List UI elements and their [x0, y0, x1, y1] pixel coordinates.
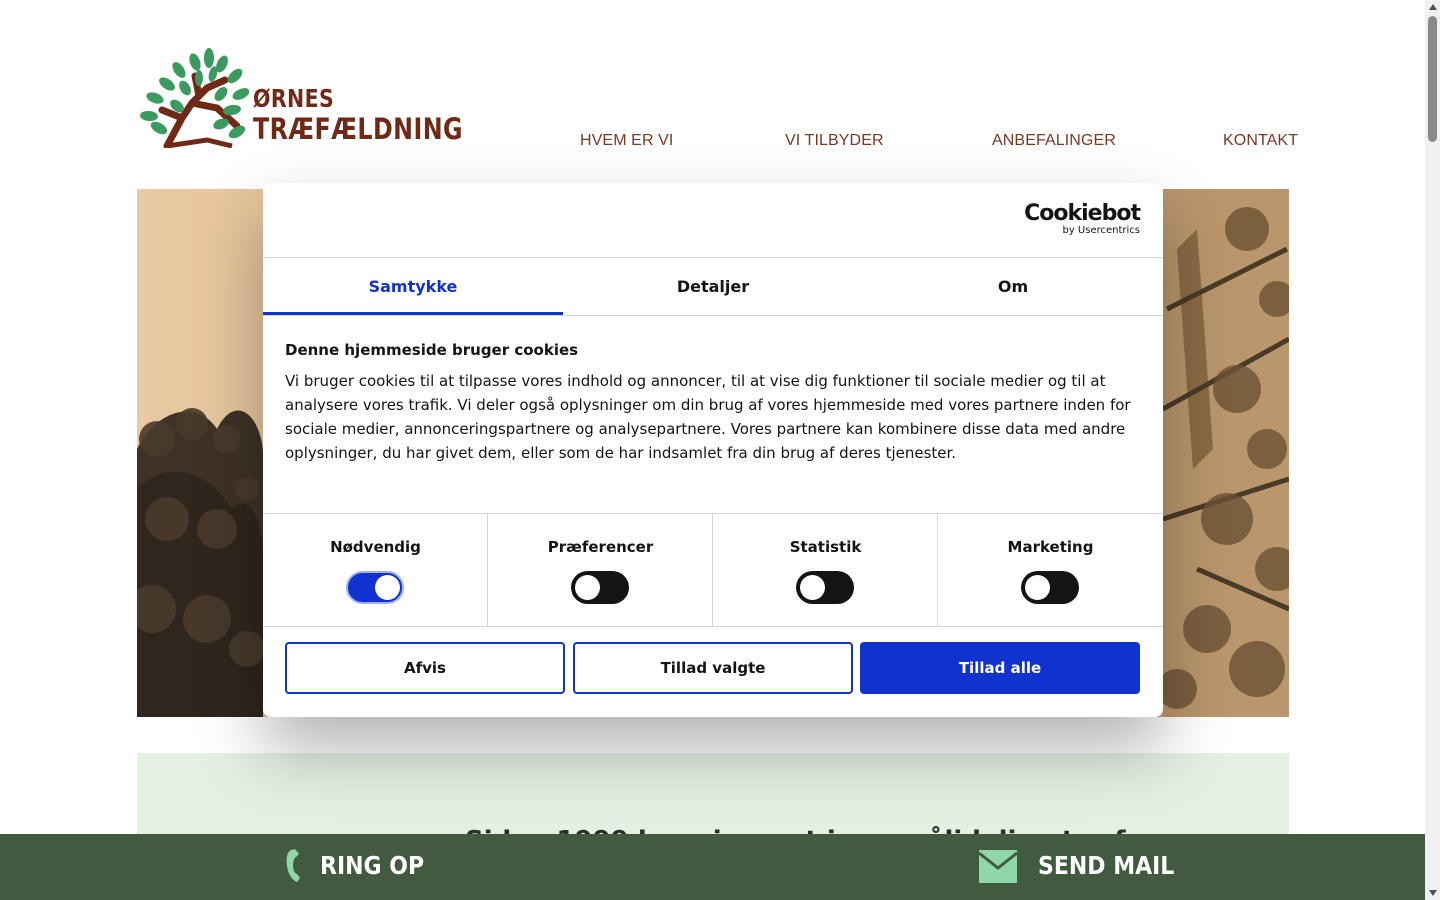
toggle-knob: [1025, 575, 1050, 600]
dialog-title: Denne hjemmeside bruger cookies: [285, 341, 579, 359]
page-scrollbar[interactable]: [1425, 0, 1440, 900]
cookiebot-logo: Cookiebot by Usercentrics: [1024, 201, 1141, 237]
send-mail-button[interactable]: SEND MAIL: [1038, 851, 1174, 880]
nav-hvem-er-vi[interactable]: HVEM ER VI: [580, 132, 673, 150]
phone-icon[interactable]: [285, 848, 309, 884]
toggle-knob: [800, 575, 825, 600]
mail-icon[interactable]: [979, 850, 1017, 883]
logo-text: ØRNES TRÆFÆLDNING: [253, 84, 509, 144]
marketing-toggle[interactable]: [1021, 571, 1079, 604]
tree-logo-icon: [140, 48, 249, 148]
divider: [263, 315, 1163, 316]
call-button[interactable]: RING OP: [320, 851, 424, 880]
tab-om[interactable]: Om: [863, 258, 1163, 315]
allow-selected-button[interactable]: Tillad valgte: [573, 642, 853, 694]
nav-vi-tilbyder[interactable]: VI TILBYDER: [785, 132, 884, 150]
logo-line1: ØRNES: [253, 84, 335, 113]
divider: [263, 626, 1163, 627]
scroll-down-icon[interactable]: [1425, 888, 1440, 898]
category-marketing: Marketing: [938, 514, 1163, 626]
scroll-up-icon[interactable]: [1425, 2, 1440, 12]
page: ØRNES TRÆFÆLDNING HVEM ER VI VI TILBYDER…: [0, 0, 1440, 900]
decline-button[interactable]: Afvis: [285, 642, 565, 694]
toggle-knob: [575, 575, 600, 600]
preferences-toggle[interactable]: [571, 571, 629, 604]
cookie-consent-dialog: Cookiebot by Usercentrics Samtykke Detal…: [263, 183, 1163, 717]
allow-all-button[interactable]: Tillad alle: [860, 642, 1140, 694]
bottom-contact-bar: [0, 834, 1425, 900]
category-label: Statistik: [789, 538, 862, 556]
nav-kontakt[interactable]: KONTAKT: [1223, 132, 1298, 150]
toggle-knob: [375, 575, 400, 600]
category-statistics: Statistik: [713, 514, 938, 626]
category-label: Nødvendig: [330, 538, 421, 556]
category-label: Præferencer: [547, 538, 654, 556]
scrollbar-thumb[interactable]: [1428, 16, 1437, 142]
site-logo[interactable]: ØRNES TRÆFÆLDNING: [137, 48, 463, 150]
cookiebot-brand: Cookiebot: [1024, 201, 1141, 226]
category-necessary: Nødvendig: [263, 514, 488, 626]
dialog-text: Vi bruger cookies til at tilpasse vores …: [285, 372, 1131, 462]
category-preferences: Præferencer: [488, 514, 713, 626]
category-label: Marketing: [1007, 538, 1094, 556]
tab-detaljer[interactable]: Detaljer: [563, 258, 863, 315]
cookiebot-brand-sub: by Usercentrics: [1062, 225, 1140, 236]
nav-anbefalinger[interactable]: ANBEFALINGER: [992, 132, 1116, 150]
logo-line2: TRÆFÆLDNING: [253, 112, 463, 146]
tab-samtykke[interactable]: Samtykke: [263, 258, 563, 315]
necessary-toggle[interactable]: [346, 571, 404, 604]
statistics-toggle[interactable]: [796, 571, 854, 604]
